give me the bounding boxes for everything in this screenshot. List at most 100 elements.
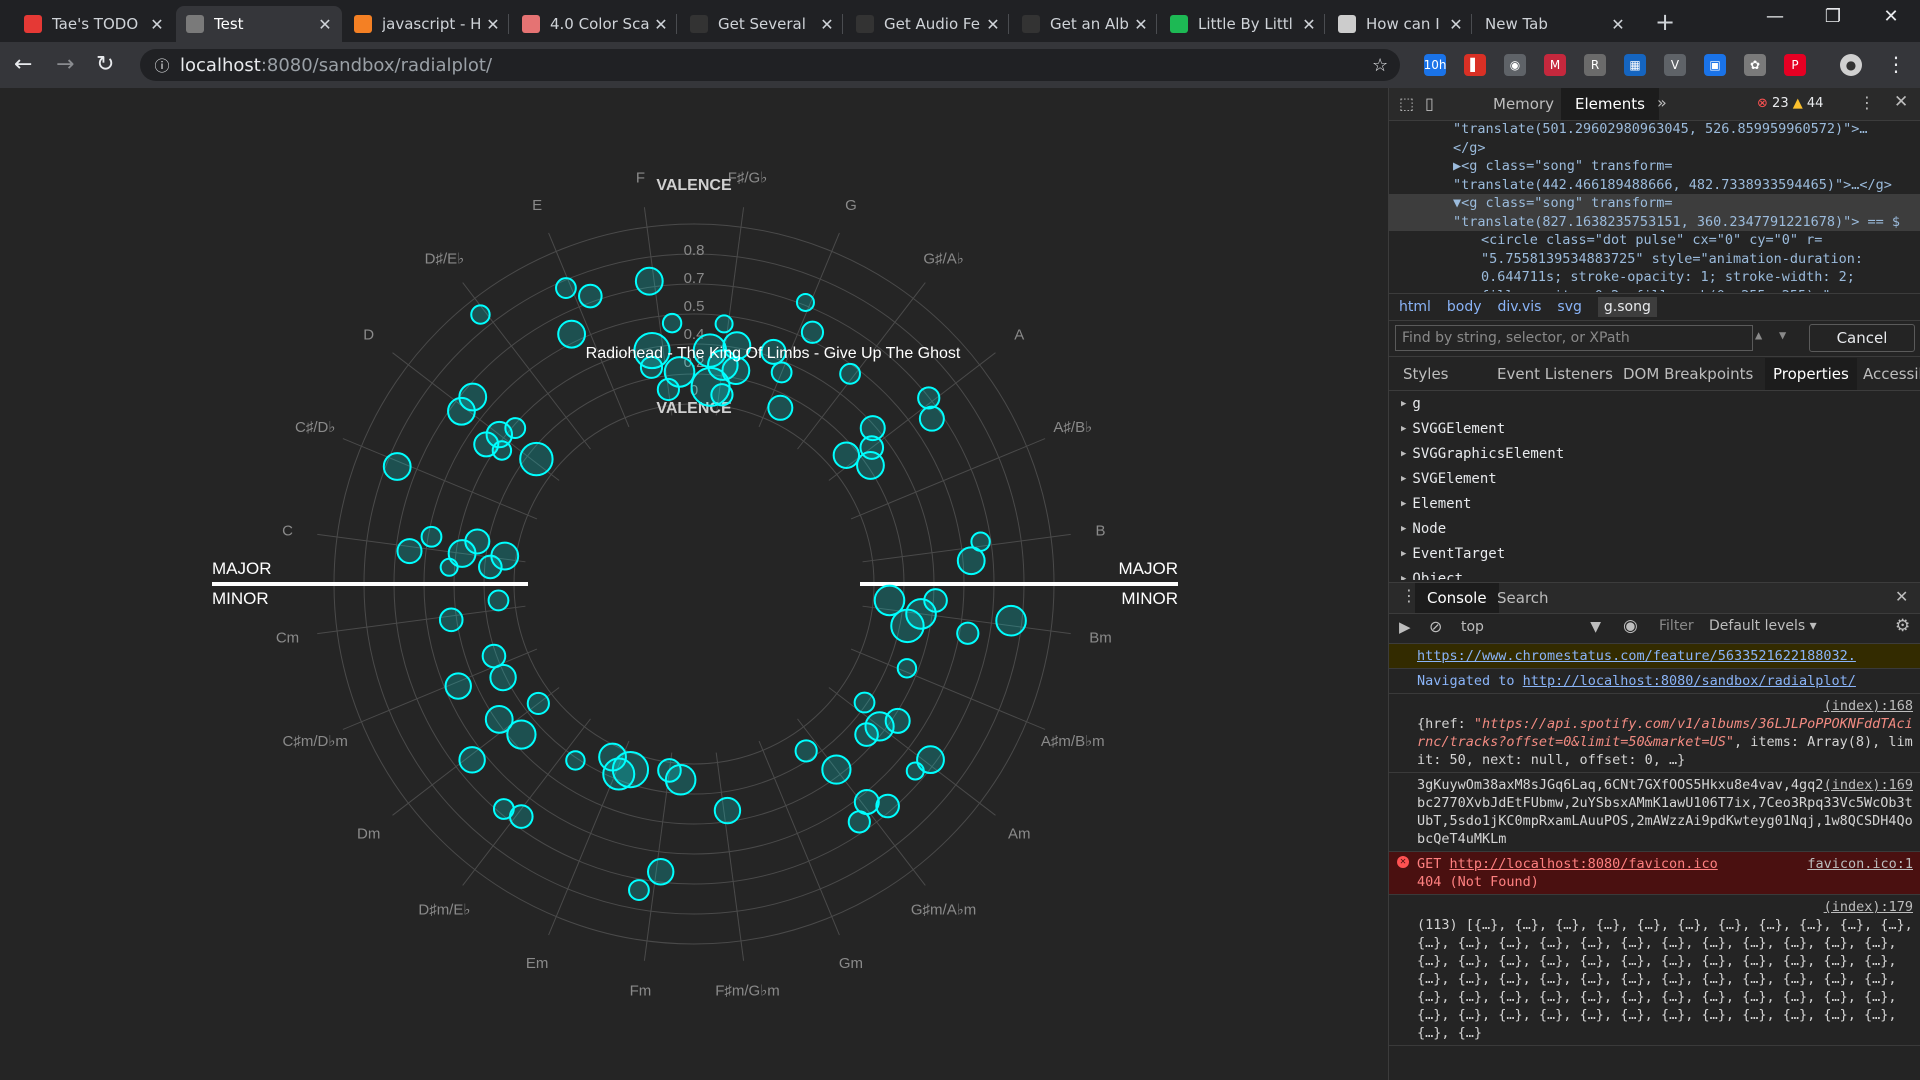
song-dot[interactable] [464,528,491,555]
song-dot[interactable] [491,440,513,461]
dom-node-line[interactable]: "5.7558139534883725" style="animation-du… [1389,250,1920,269]
song-dot[interactable] [896,658,918,679]
devtools-menu-icon[interactable]: ⋮ [1859,93,1875,112]
close-drawer-icon[interactable]: ✕ [1895,587,1908,606]
inspect-icon[interactable]: ⬚ [1399,94,1414,113]
tab-6[interactable]: Get an Albun✕ [1012,6,1158,42]
close-tab-icon[interactable]: ✕ [982,15,1004,34]
tab-dom-breakpoints[interactable]: DOM Breakpoints [1615,358,1761,390]
song-dot[interactable] [856,451,885,480]
forward-icon[interactable]: → [56,52,74,77]
console-message[interactable]: (index):168 {href: "https://api.spotify.… [1389,694,1920,773]
warning-count[interactable]: 44 [1807,96,1824,111]
tab-4[interactable]: Get Several ✕ [680,6,844,42]
song-dot[interactable] [710,383,734,407]
dom-node-line[interactable]: 0.644711s; stroke-opacity: 1; stroke-wid… [1389,268,1920,287]
close-tab-icon[interactable]: ✕ [816,15,838,34]
levels-dropdown[interactable]: Default levels ▾ [1709,618,1817,634]
device-toolbar-icon[interactable]: ▯ [1425,94,1434,113]
link[interactable]: http://localhost:8080/sandbox/radialplot… [1523,673,1856,689]
property-item[interactable]: EventTarget [1389,542,1920,567]
tab-7[interactable]: Little By Littl ✕ [1160,6,1326,42]
dom-node-line[interactable]: <circle class="dot pulse" cx="0" cy="0" … [1389,231,1920,250]
tab-8[interactable]: How can I d✕ [1328,6,1473,42]
song-dot[interactable] [956,546,986,576]
song-dot[interactable] [628,879,650,901]
breadcrumb-item[interactable]: div.vis [1498,299,1542,315]
menu-kebab-icon[interactable]: ⋮ [1886,52,1906,76]
info-icon[interactable]: ⓘ [148,55,176,76]
song-dot[interactable] [458,382,488,412]
song-dot[interactable] [438,607,464,633]
song-dot[interactable] [470,304,491,325]
maximize-icon[interactable]: ❐ [1810,6,1856,27]
close-tab-icon[interactable]: ✕ [1298,15,1320,34]
tab-search[interactable]: Search [1485,583,1561,613]
bookmark-ext-icon[interactable]: ▌ [1464,54,1486,76]
close-tab-icon[interactable]: ✕ [314,15,336,34]
song-dot[interactable] [794,739,818,763]
close-tab-icon[interactable]: ✕ [1445,15,1467,34]
song-dot[interactable] [647,858,675,886]
cancel-button[interactable]: Cancel [1809,324,1915,352]
tab-event-listeners[interactable]: Event Listeners [1489,358,1621,390]
breadcrumb-item[interactable]: svg [1557,299,1581,315]
song-dot[interactable] [492,798,515,820]
link[interactable]: http://localhost:8080/favicon.ico [1450,856,1718,872]
song-dot[interactable] [565,750,586,771]
property-item[interactable]: g [1389,392,1920,417]
song-dot[interactable] [956,621,980,645]
song-dot[interactable] [611,751,650,789]
song-dot[interactable] [382,452,412,481]
tab-properties[interactable]: Properties [1765,358,1857,390]
song-dot[interactable] [487,589,510,612]
dom-node-line[interactable]: "translate(827.1638235753151, 360.234779… [1389,212,1920,231]
song-dot[interactable] [557,319,587,349]
breadcrumb-item[interactable]: html [1399,299,1431,315]
find-prev-icon[interactable]: ▲ [1755,328,1762,342]
song-dot[interactable] [832,441,861,469]
song-dot[interactable] [506,719,537,750]
song-dot[interactable] [905,761,925,781]
close-devtools-icon[interactable]: ✕ [1894,92,1908,112]
tab-0[interactable]: Tae's TODO ✕ [14,6,174,42]
song-dot[interactable] [420,525,443,548]
find-input[interactable]: Find by string, selector, or XPath [1395,325,1753,351]
bookmark-star-icon[interactable]: ☆ [1372,55,1388,76]
song-dot[interactable] [490,541,520,571]
song-dot[interactable] [873,584,906,617]
song-dot[interactable] [634,266,664,296]
property-item[interactable]: Object [1389,567,1920,580]
sidebar-toggle-icon[interactable]: ▶ [1399,618,1411,636]
dom-node-line[interactable]: </g> [1389,139,1920,158]
tab-2[interactable]: javascript - H ✕ [344,6,510,42]
close-tab-icon[interactable]: ✕ [1130,15,1152,34]
close-tab-icon[interactable]: ✕ [482,15,504,34]
source-link[interactable]: (index):169 [1824,776,1913,794]
source-link[interactable]: (index):168 [1824,697,1913,715]
property-item[interactable]: SVGGraphicsElement [1389,442,1920,467]
vue-ext-icon[interactable]: V [1664,54,1686,76]
mendeley-ext-icon[interactable]: M [1544,54,1566,76]
close-tab-icon[interactable]: ✕ [650,15,672,34]
camera-ext-icon[interactable]: ◉ [1504,54,1526,76]
property-item[interactable]: SVGGElement [1389,417,1920,442]
clear-console-icon[interactable]: ⊘ [1429,617,1442,636]
source-link[interactable]: favicon.ico:1 [1807,855,1913,873]
link[interactable]: https://www.chromestatus.com/feature/563… [1417,648,1856,664]
pinterest-ext-icon[interactable]: P [1784,54,1806,76]
song-dot[interactable] [657,758,682,783]
song-dot[interactable] [821,754,852,785]
property-item[interactable]: Node [1389,517,1920,542]
song-dot[interactable] [918,405,945,432]
song-dot[interactable] [444,672,472,700]
song-dot[interactable] [875,793,900,819]
find-next-icon[interactable]: ▼ [1779,328,1786,342]
song-dot[interactable] [800,320,825,344]
song-dot[interactable] [770,361,793,384]
song-dot[interactable] [504,417,527,439]
song-dot[interactable] [713,796,742,825]
breadcrumb-item[interactable]: g.song [1597,297,1657,317]
property-item[interactable]: SVGElement [1389,467,1920,492]
close-tab-icon[interactable]: ✕ [1607,15,1629,34]
